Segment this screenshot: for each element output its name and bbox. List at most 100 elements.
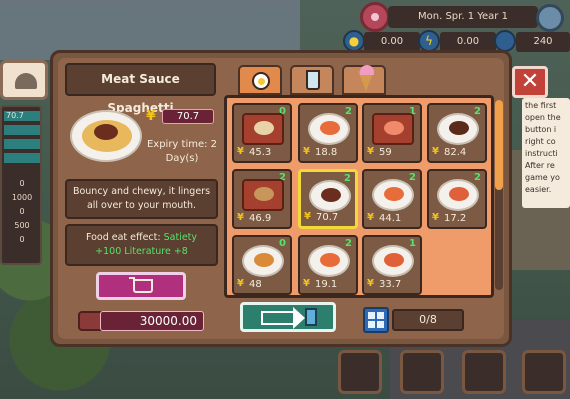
tool-slot[interactable] (338, 350, 382, 394)
food-topping (321, 188, 341, 202)
left-stat-number: 0 (19, 207, 25, 216)
yen-icon: ¥ (432, 146, 439, 157)
item-description: Bouncy and chewy, it lingers all over to… (65, 179, 218, 219)
dish-plate-icon (242, 245, 284, 277)
food-topping (320, 253, 340, 267)
food-count: 2 (409, 172, 416, 183)
tutorial-panel: the first open the button i right co ins… (522, 98, 570, 208)
dish-plate-icon (372, 179, 414, 211)
food-count: 0 (279, 238, 286, 249)
inventory-icon (363, 307, 389, 333)
food-price: ¥45.3 (237, 146, 291, 159)
fridge-icon (305, 308, 317, 326)
tutorial-line: easier. (525, 185, 552, 194)
tutorial-line: right co (525, 137, 556, 146)
food-topping (384, 121, 404, 135)
yen-icon: ¥ (237, 212, 244, 223)
tool-slot[interactable] (522, 350, 566, 394)
scroll-thumb[interactable] (495, 100, 503, 190)
yen-icon: ¥ (304, 211, 311, 222)
money-balance: 30000.00 (100, 311, 204, 331)
food-count: 2 (345, 238, 352, 249)
dish-plate-icon (437, 179, 479, 211)
food-slot[interactable]: 2 ¥46.9 (232, 169, 292, 229)
food-price: ¥33.7 (367, 278, 421, 291)
food-price-value: 45.3 (249, 147, 272, 158)
food-price: ¥59 (367, 146, 421, 159)
water-drop-icon: ● (343, 30, 365, 52)
food-slot[interactable]: 1 ¥33.7 (362, 235, 422, 295)
tutorial-line: open the (525, 113, 561, 122)
food-topping (254, 253, 274, 267)
food-slot[interactable]: 2 ¥82.4 (427, 103, 487, 163)
food-price-value: 17.2 (444, 213, 467, 224)
food-price: ¥82.4 (432, 146, 486, 159)
score-stat: 240 (516, 32, 570, 52)
food-price-value: 46.9 (249, 213, 272, 224)
dish-plate-icon (308, 113, 350, 145)
bento-box-icon (242, 179, 284, 211)
food-price-value: 44.1 (379, 213, 402, 224)
food-topping (254, 121, 274, 135)
food-topping (254, 187, 274, 201)
cloche-icon (15, 73, 37, 89)
food-price-value: 33.7 (379, 279, 402, 290)
bento-box-icon (372, 113, 414, 145)
food-slot[interactable]: 2 ¥18.8 (298, 103, 358, 163)
food-price-value: 18.8 (315, 147, 338, 158)
left-stat-number: 0 (19, 235, 25, 244)
food-price-value: 82.4 (444, 147, 467, 158)
yen-icon: ¥ (237, 278, 244, 289)
send-to-fridge-button[interactable] (240, 302, 336, 332)
item-price-value: 70.7 (162, 109, 214, 124)
yen-icon: ¥ (303, 146, 310, 157)
tab-breakfast[interactable] (238, 65, 282, 95)
food-slot[interactable]: 0 ¥48 (232, 235, 292, 295)
arrow-right-icon (261, 307, 305, 329)
tab-dessert[interactable] (342, 65, 386, 95)
item-price: ¥ 70.7 (146, 107, 214, 126)
yen-icon: ¥ (432, 212, 439, 223)
food-count: 1 (409, 238, 416, 249)
tool-slot[interactable] (462, 350, 506, 394)
food-slot[interactable]: 1 ¥59 (362, 103, 422, 163)
bento-box-icon (242, 113, 284, 145)
yen-icon: ¥ (367, 212, 374, 223)
effect-label: Food eat effect: (85, 232, 161, 243)
effect-values: +100 Literature +8 (95, 246, 188, 257)
inventory-capacity: 0/8 (392, 309, 464, 331)
buy-button[interactable] (96, 272, 186, 300)
stat-icon (494, 30, 516, 52)
food-count: 2 (345, 106, 352, 117)
food-topping (449, 187, 469, 201)
grid-scrollbar[interactable] (495, 100, 503, 290)
food-price-value: 19.1 (315, 279, 338, 290)
yen-icon: ¥ (146, 108, 156, 124)
left-stats-panel: 70.7 0 1000 0 500 0 (0, 105, 42, 265)
food-topping (320, 121, 340, 135)
food-slot[interactable]: 2 ¥70.7 (298, 169, 358, 229)
food-slot[interactable]: 2 ¥17.2 (427, 169, 487, 229)
kitchen-tab[interactable] (0, 60, 48, 100)
cup-icon (306, 70, 320, 90)
food-price: ¥44.1 (367, 212, 421, 225)
tool-slot[interactable] (400, 350, 444, 394)
flower-icon[interactable] (360, 2, 390, 32)
clock-icon[interactable] (536, 4, 564, 32)
food-slot[interactable]: 2 ¥19.1 (298, 235, 358, 295)
tab-drink[interactable] (290, 65, 334, 95)
tutorial-line: the first (525, 101, 557, 110)
left-stat-number: 1000 (11, 193, 33, 202)
food-count: 2 (474, 172, 481, 183)
food-slot[interactable]: 0 ¥45.3 (232, 103, 292, 163)
close-button[interactable]: ✕ (512, 66, 548, 98)
left-stat-number: 0 (19, 179, 25, 188)
dish-plate-icon (309, 180, 351, 212)
food-price-value: 48 (249, 279, 262, 290)
food-slot[interactable]: 2 ¥44.1 (362, 169, 422, 229)
food-topping (449, 121, 469, 135)
expiry-time: Expiry time: 2 Day(s) (146, 139, 218, 164)
left-stat-bar (4, 153, 40, 163)
item-name: Meat Sauce Spaghetti (65, 63, 216, 115)
energy-stat: 0.00 (440, 32, 496, 52)
